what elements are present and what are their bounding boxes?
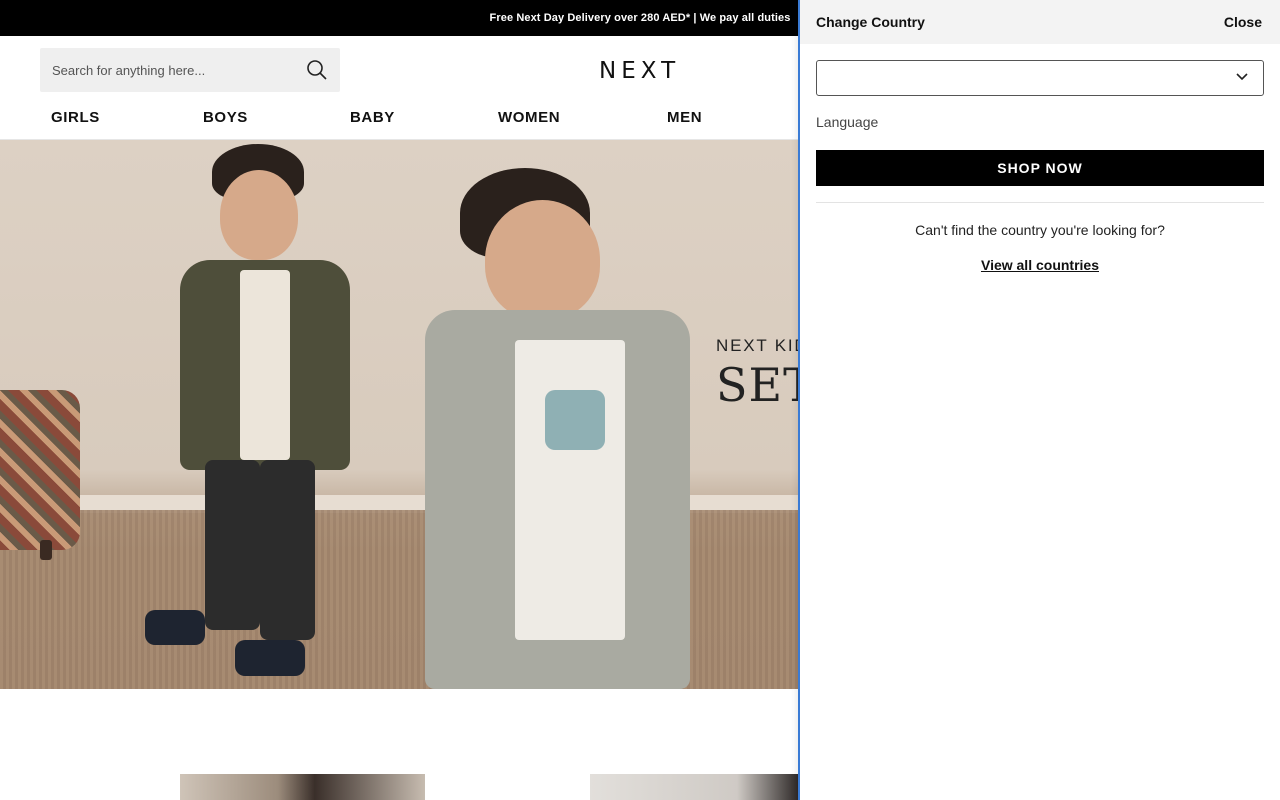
chevron-down-icon — [1235, 69, 1249, 87]
panel-header: Change Country Close — [800, 0, 1280, 44]
help-text: Can't find the country you're looking fo… — [915, 222, 1165, 238]
promo-tile-right[interactable] — [590, 774, 800, 800]
panel-divider — [816, 202, 1264, 203]
language-label: Language — [816, 114, 879, 130]
panel-title: Change Country — [816, 14, 925, 30]
promo-tile-left[interactable] — [180, 774, 425, 800]
promo-text: Free Next Day Delivery over 280 AED* | W… — [489, 12, 791, 24]
change-country-panel: Change Country Close Language SHOP NOW C… — [798, 0, 1280, 800]
close-button[interactable]: Close — [1224, 14, 1262, 30]
hero-armchair — [0, 390, 80, 550]
hero-kid-left — [145, 140, 370, 689]
hero-armchair-leg — [40, 540, 52, 560]
search-icon[interactable] — [306, 59, 328, 81]
nav-item-boys[interactable]: BOYS — [203, 109, 248, 126]
main-nav: GIRLS BOYS BABY WOMEN MEN — [0, 106, 800, 140]
hero-kid-right — [405, 140, 705, 689]
country-select[interactable] — [816, 60, 1264, 96]
nav-item-girls[interactable]: GIRLS — [51, 109, 100, 126]
shop-now-button[interactable]: SHOP NOW — [816, 150, 1264, 186]
search-input[interactable] — [52, 62, 306, 78]
nav-item-baby[interactable]: BABY — [350, 109, 395, 126]
nav-item-men[interactable]: MEN — [667, 109, 702, 126]
panel-body: Language SHOP NOW Can't find the country… — [800, 44, 1280, 273]
nav-item-women[interactable]: WOMEN — [498, 109, 560, 126]
view-all-countries-link[interactable]: View all countries — [816, 257, 1264, 273]
search-box[interactable] — [40, 48, 340, 92]
site-logo[interactable]: NEXT — [599, 58, 680, 84]
